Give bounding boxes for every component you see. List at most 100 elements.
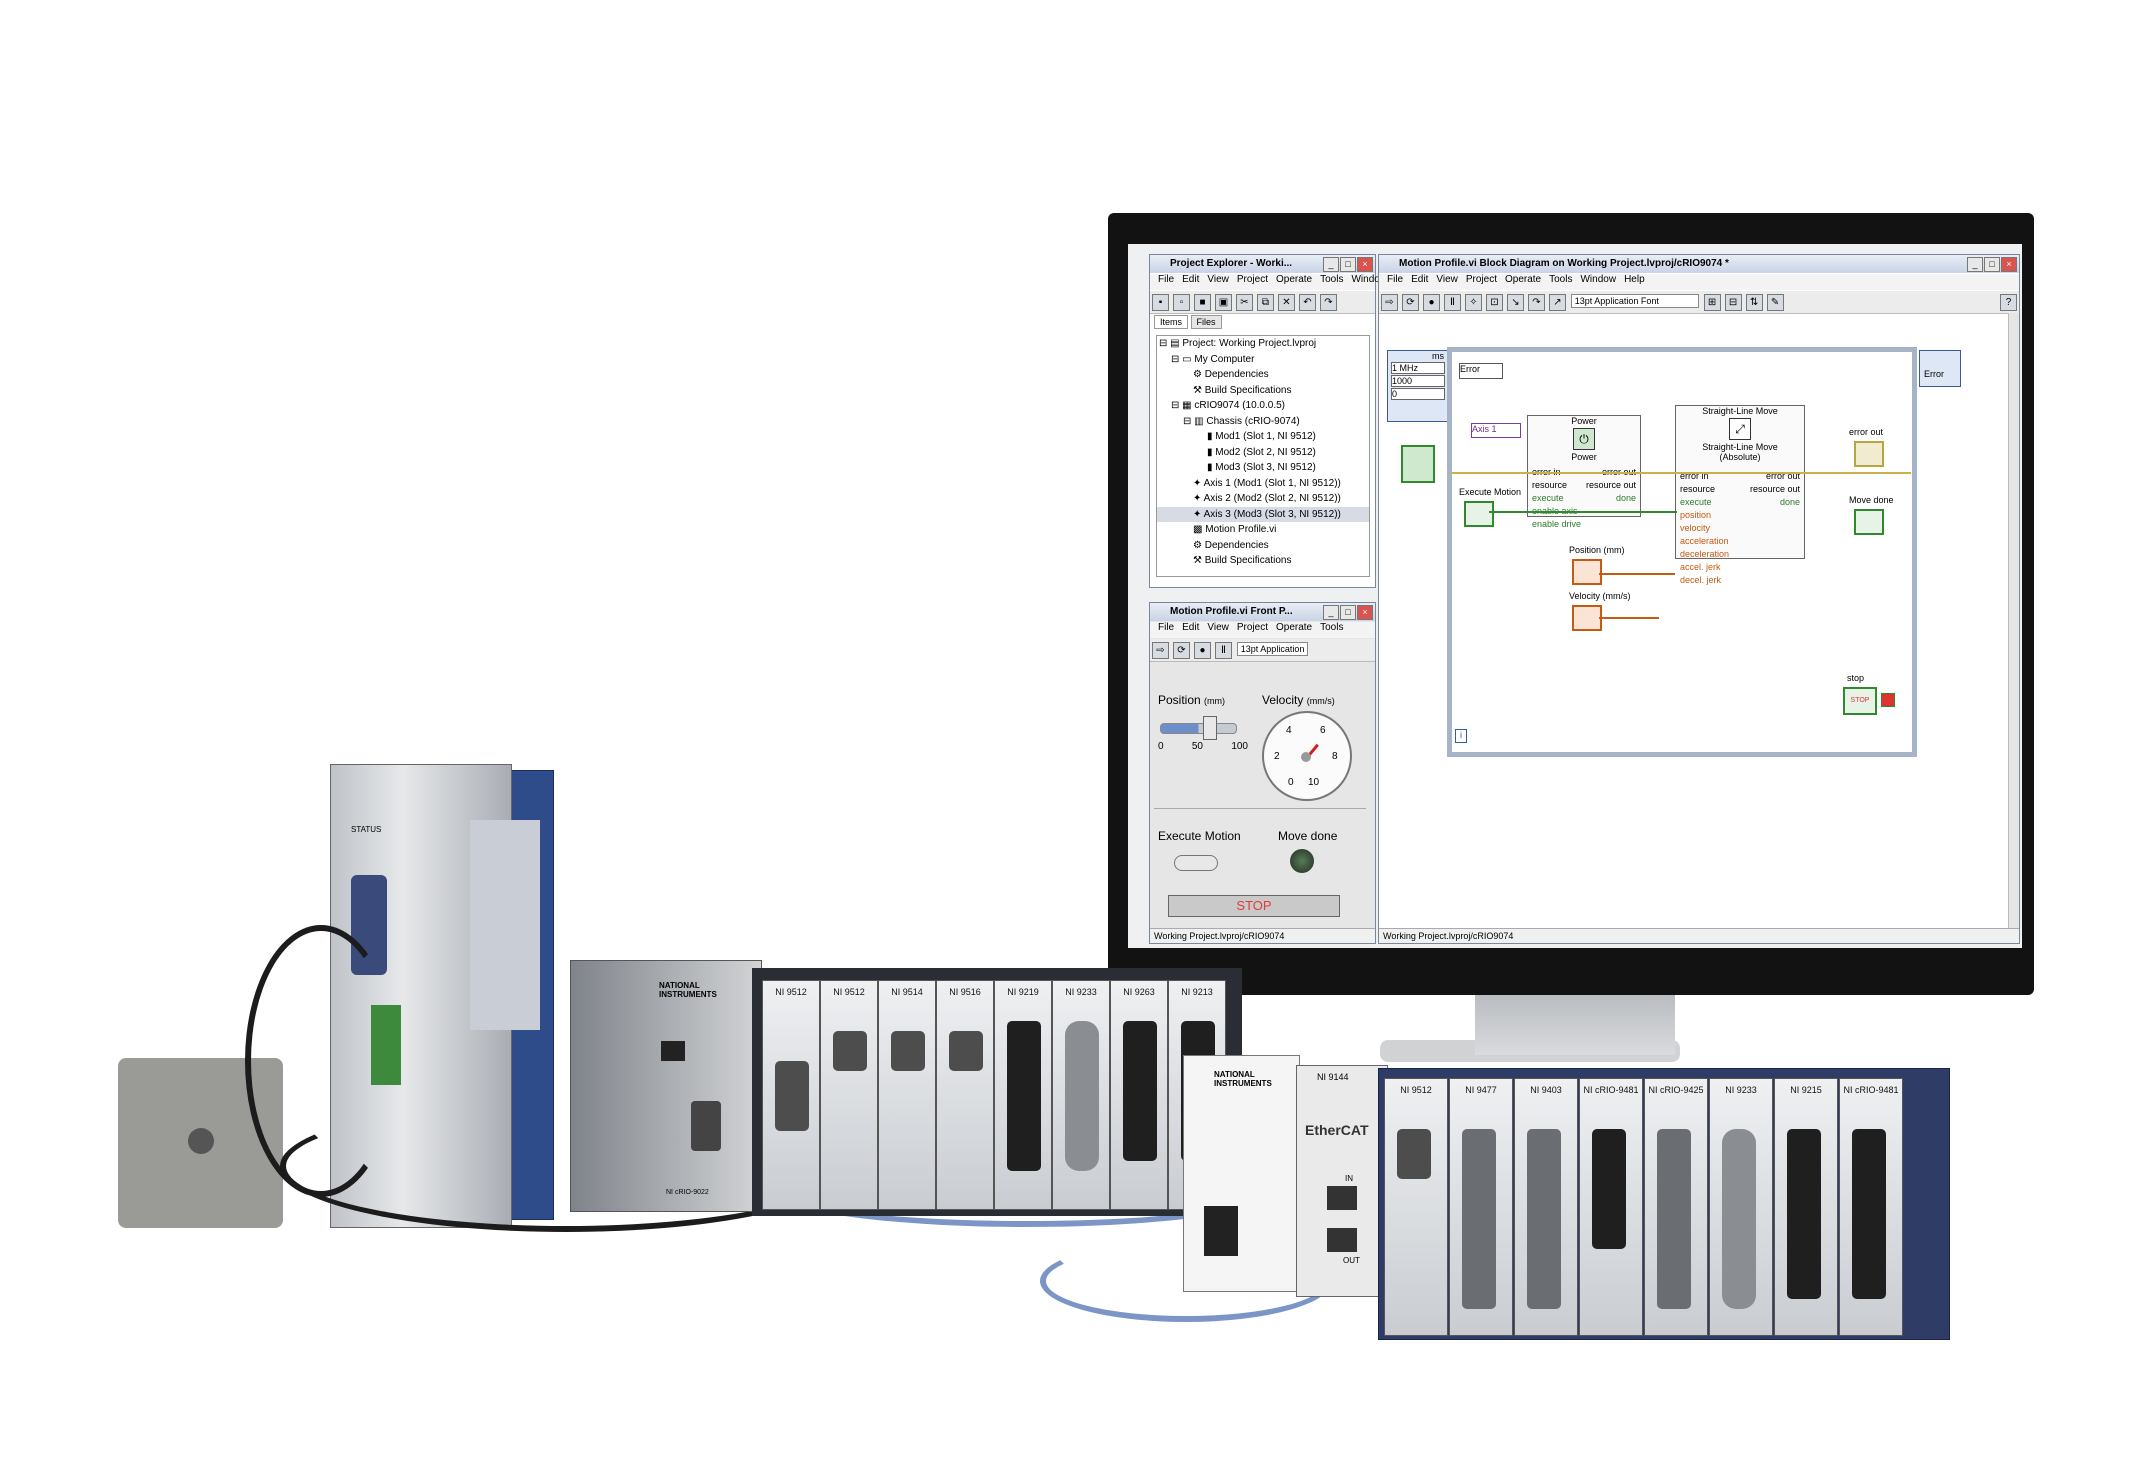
maximize-button[interactable]: □ — [1340, 257, 1356, 272]
save-icon[interactable]: ■ — [1194, 294, 1211, 311]
cleanup-icon[interactable]: ✎ — [1766, 294, 1784, 311]
maximize-button[interactable]: □ — [1340, 605, 1356, 620]
tree-item[interactable]: ⊟ ▭ My Computer — [1157, 352, 1369, 368]
redo-icon[interactable]: ↷ — [1320, 294, 1337, 311]
new-icon[interactable]: ▪ — [1152, 294, 1169, 311]
tree-item[interactable]: ✦ Axis 2 (Mod2 (Slot 2, NI 9512)) — [1157, 491, 1369, 507]
straight-line-move-node[interactable]: Straight-Line Move ⤢ Straight-Line Move … — [1675, 405, 1805, 585]
tree-item[interactable]: ▮ Mod1 (Slot 1, NI 9512) — [1157, 429, 1369, 445]
tree-item[interactable]: ✦ Axis 3 (Mod3 (Slot 3, NI 9512)) — [1157, 506, 1369, 522]
highlight-icon[interactable]: ✧ — [1465, 294, 1482, 311]
tree-item[interactable]: ✦ Axis 1 (Mod1 (Slot 1, NI 9512)) — [1157, 476, 1369, 492]
tree-item[interactable]: ▩ Motion Profile.vi — [1157, 522, 1369, 538]
project-explorer-menubar: File Edit View Project Operate Tools Windo — [1150, 274, 1380, 290]
front-panel-window[interactable]: Motion Profile.vi Front P... _ □ × File E… — [1149, 602, 1376, 944]
step-out-icon[interactable]: ↗ — [1549, 294, 1566, 311]
tree-item[interactable]: ⚒ Build Specifications — [1157, 383, 1369, 399]
block-diagram-window[interactable]: Motion Profile.vi Block Diagram on Worki… — [1378, 254, 2020, 944]
project-explorer-title: Project Explorer - Worki... — [1170, 258, 1293, 269]
save-all-icon[interactable]: ▣ — [1215, 294, 1232, 311]
tree-item[interactable]: ⚙ Dependencies — [1157, 367, 1369, 383]
tree-item[interactable]: ▮ Mod3 (Slot 3, NI 9512) — [1157, 460, 1369, 476]
undo-icon[interactable]: ↶ — [1299, 294, 1316, 311]
menu-operate[interactable]: Operate — [1276, 274, 1312, 285]
minimize-button[interactable]: _ — [1967, 257, 1983, 272]
retain-icon[interactable]: ⊡ — [1486, 294, 1503, 311]
menu-edit[interactable]: Edit — [1182, 274, 1199, 285]
menu-window[interactable]: Windo — [1351, 274, 1379, 285]
project-explorer-window[interactable]: Project Explorer - Worki... _ □ × File Ed… — [1149, 254, 1380, 588]
slider-thumb[interactable] — [1203, 716, 1217, 740]
help-icon[interactable]: ? — [2000, 294, 2017, 311]
open-icon[interactable]: ▫ — [1173, 294, 1190, 311]
close-button[interactable]: × — [2001, 257, 2017, 272]
reorder-icon[interactable]: ⇅ — [1745, 294, 1763, 311]
close-button[interactable]: × — [1357, 257, 1373, 272]
close-button[interactable]: × — [1357, 605, 1373, 620]
tree-item[interactable]: ⊟ ▦ cRIO9074 (10.0.0.5) — [1157, 398, 1369, 414]
pause-icon[interactable]: Ⅱ — [1215, 642, 1232, 659]
menu-file[interactable]: File — [1387, 274, 1403, 285]
maximize-button[interactable]: □ — [1984, 257, 2000, 272]
copy-icon[interactable]: ⧉ — [1257, 294, 1274, 311]
menu-edit[interactable]: Edit — [1411, 274, 1428, 285]
align-icon[interactable]: ⊞ — [1703, 294, 1721, 311]
menu-file[interactable]: File — [1158, 274, 1174, 285]
delete-icon[interactable]: ✕ — [1278, 294, 1295, 311]
stop-button[interactable]: STOP — [1168, 895, 1340, 917]
block-diagram-titlebar[interactable]: Motion Profile.vi Block Diagram on Worki… — [1379, 255, 2019, 273]
menu-project[interactable]: Project — [1466, 274, 1497, 285]
run-continuous-icon[interactable]: ⟳ — [1402, 294, 1419, 311]
tree-item[interactable]: ⊟ ▤ Project: Working Project.lvproj — [1157, 336, 1369, 352]
font-select[interactable]: 13pt Application — [1236, 642, 1309, 656]
step-over-icon[interactable]: ↷ — [1528, 294, 1545, 311]
tree-item[interactable]: ▮ Mod2 (Slot 2, NI 9512) — [1157, 445, 1369, 461]
run-arrow-icon[interactable]: ⇨ — [1152, 642, 1169, 659]
run-arrow-icon[interactable]: ⇨ — [1381, 294, 1398, 311]
step-into-icon[interactable]: ↘ — [1507, 294, 1524, 311]
velocity-gauge: 2 4 6 8 0 10 — [1262, 711, 1352, 801]
menu-project[interactable]: Project — [1237, 622, 1268, 633]
menu-tools[interactable]: Tools — [1320, 274, 1343, 285]
menu-window[interactable]: Window — [1580, 274, 1616, 285]
tree-item[interactable]: ⚒ Build Specifications — [1157, 553, 1369, 569]
menu-edit[interactable]: Edit — [1182, 622, 1199, 633]
execute-motion-button[interactable] — [1174, 855, 1218, 871]
cut-icon[interactable]: ✂ — [1236, 294, 1253, 311]
io-module: NI 9233 — [1709, 1078, 1773, 1336]
distribute-icon[interactable]: ⊟ — [1724, 294, 1742, 311]
abort-icon[interactable]: ● — [1423, 294, 1440, 311]
menu-view[interactable]: View — [1207, 274, 1229, 285]
vertical-scrollbar[interactable] — [2008, 313, 2019, 929]
axis-constant[interactable]: Axis 1 — [1471, 423, 1521, 438]
timing-period: 1000 — [1391, 375, 1445, 387]
font-select[interactable]: 13pt Application Font — [1570, 294, 1699, 308]
power-output-resource-out: resource out — [1585, 480, 1636, 490]
menu-view[interactable]: View — [1436, 274, 1458, 285]
tree-item[interactable]: ⊟ ▥ Chassis (cRIO-9074) — [1157, 414, 1369, 430]
menu-operate[interactable]: Operate — [1505, 274, 1541, 285]
power-node[interactable]: Power ⏻ Power error in resource execute … — [1527, 415, 1641, 529]
menu-tools[interactable]: Tools — [1320, 622, 1343, 633]
tree-item[interactable]: ⚙ Dependencies — [1157, 538, 1369, 554]
menu-project[interactable]: Project — [1237, 274, 1268, 285]
power-icon: ⏻ — [1573, 428, 1595, 450]
move-done-led — [1290, 849, 1314, 873]
menu-tools[interactable]: Tools — [1549, 274, 1572, 285]
menu-operate[interactable]: Operate — [1276, 622, 1312, 633]
tab-files[interactable]: Files — [1190, 315, 1222, 329]
move-input-velocity: velocity — [1680, 523, 1711, 533]
menu-help[interactable]: Help — [1624, 274, 1645, 285]
execute-motion-label: Execute Motion — [1158, 829, 1241, 843]
tab-items[interactable]: Items — [1154, 315, 1189, 329]
position-slider[interactable] — [1160, 723, 1237, 734]
pause-icon[interactable]: Ⅱ — [1444, 294, 1461, 311]
minimize-button[interactable]: _ — [1323, 257, 1339, 272]
menu-file[interactable]: File — [1158, 622, 1174, 633]
io-module: NI 9215 — [1774, 1078, 1838, 1336]
menu-view[interactable]: View — [1207, 622, 1229, 633]
io-module: NI 9512 — [1384, 1078, 1448, 1336]
minimize-button[interactable]: _ — [1323, 605, 1339, 620]
abort-icon[interactable]: ● — [1194, 642, 1211, 659]
run-continuous-icon[interactable]: ⟳ — [1173, 642, 1190, 659]
